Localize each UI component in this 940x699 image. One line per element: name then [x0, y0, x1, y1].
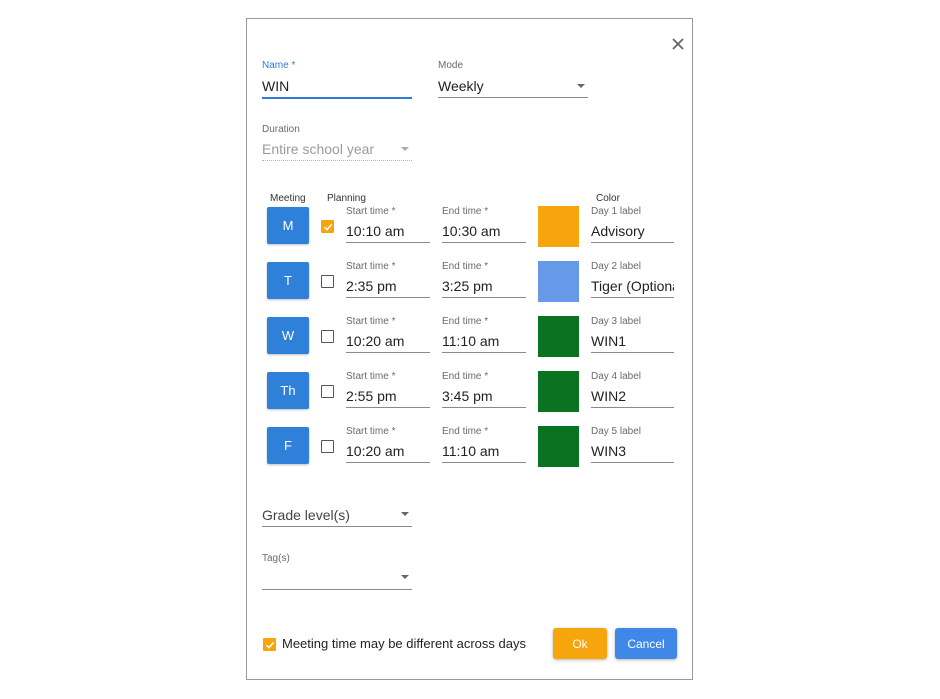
day-label-caption: Day 5 label: [591, 426, 642, 437]
grade-underline: [262, 526, 412, 527]
start-time-underline: [346, 242, 430, 243]
check-icon: [265, 641, 274, 649]
color-swatch[interactable]: [538, 316, 579, 357]
mode-select[interactable]: Weekly: [438, 78, 568, 94]
start-time-input[interactable]: 2:55 pm: [346, 388, 430, 404]
start-time-input[interactable]: 2:35 pm: [346, 278, 430, 294]
end-time-label: End time *: [442, 261, 489, 272]
start-time-underline: [346, 407, 430, 408]
planning-checkbox[interactable]: [321, 220, 334, 233]
day-label-caption: Day 2 label: [591, 261, 642, 272]
start-time-underline: [346, 297, 430, 298]
color-swatch[interactable]: [538, 426, 579, 467]
close-icon[interactable]: [671, 37, 685, 51]
planning-checkbox[interactable]: [321, 385, 334, 398]
day-label-caption: Day 4 label: [591, 371, 642, 382]
name-label: Name *: [262, 60, 296, 71]
end-time-underline: [442, 297, 526, 298]
grade-level-select[interactable]: Grade level(s): [262, 507, 392, 523]
start-time-label: Start time *: [346, 371, 396, 382]
day-label-input[interactable]: WIN2: [591, 388, 674, 404]
start-time-label: Start time *: [346, 261, 396, 272]
name-underline: [262, 97, 412, 99]
tags-dropdown-icon[interactable]: [401, 575, 409, 579]
duration-dropdown-icon[interactable]: [401, 147, 409, 151]
start-time-underline: [346, 462, 430, 463]
end-time-label: End time *: [442, 206, 489, 217]
day-label-underline: [591, 462, 674, 463]
start-time-label: Start time *: [346, 426, 396, 437]
duration-underline: [262, 160, 412, 161]
end-time-underline: [442, 242, 526, 243]
tags-label: Tag(s): [262, 553, 290, 564]
planning-checkbox[interactable]: [321, 440, 334, 453]
end-time-input[interactable]: 3:25 pm: [442, 278, 526, 294]
meeting-diff-label: Meeting time may be different across day…: [282, 636, 526, 651]
day-label-underline: [591, 407, 674, 408]
end-time-underline: [442, 352, 526, 353]
duration-label: Duration: [262, 124, 300, 135]
end-time-input[interactable]: 11:10 am: [442, 333, 526, 349]
end-time-label: End time *: [442, 426, 489, 437]
color-swatch[interactable]: [538, 261, 579, 302]
start-time-input[interactable]: 10:20 am: [346, 443, 430, 459]
end-time-label: End time *: [442, 316, 489, 327]
mode-label: Mode: [438, 60, 464, 71]
day-label-input[interactable]: WIN3: [591, 443, 674, 459]
end-time-input[interactable]: 11:10 am: [442, 443, 526, 459]
check-icon: [323, 223, 332, 231]
meeting-diff-checkbox[interactable]: [263, 638, 276, 651]
planning-column-header: Planning: [327, 193, 366, 204]
end-time-input[interactable]: 10:30 am: [442, 223, 526, 239]
planning-checkbox[interactable]: [321, 330, 334, 343]
day-label-underline: [591, 297, 674, 298]
day-button-w[interactable]: W: [267, 317, 309, 354]
start-time-input[interactable]: 10:10 am: [346, 223, 430, 239]
day-label-underline: [591, 352, 674, 353]
color-swatch[interactable]: [538, 371, 579, 412]
start-time-label: Start time *: [346, 316, 396, 327]
day-label-caption: Day 1 label: [591, 206, 642, 217]
tags-underline: [262, 589, 412, 590]
color-swatch[interactable]: [538, 206, 579, 247]
mode-underline: [438, 97, 588, 98]
end-time-underline: [442, 407, 526, 408]
end-time-label: End time *: [442, 371, 489, 382]
grade-dropdown-icon[interactable]: [401, 512, 409, 516]
cancel-button[interactable]: Cancel: [615, 628, 677, 659]
end-time-input[interactable]: 3:45 pm: [442, 388, 526, 404]
ok-button[interactable]: Ok: [553, 628, 607, 659]
mode-dropdown-icon[interactable]: [577, 84, 585, 88]
duration-select[interactable]: Entire school year: [262, 141, 392, 157]
planning-checkbox[interactable]: [321, 275, 334, 288]
day-label-caption: Day 3 label: [591, 316, 642, 327]
day-label-input[interactable]: Tiger (Optional): [591, 278, 674, 294]
name-input[interactable]: WIN: [262, 78, 412, 94]
day-button-t[interactable]: T: [267, 262, 309, 299]
color-column-header: Color: [596, 193, 620, 204]
start-time-label: Start time *: [346, 206, 396, 217]
end-time-underline: [442, 462, 526, 463]
day-button-f[interactable]: F: [267, 427, 309, 464]
schedule-dialog: Name * WIN Mode Weekly Duration Entire s…: [246, 18, 693, 680]
meeting-column-header: Meeting: [270, 193, 306, 204]
start-time-input[interactable]: 10:20 am: [346, 333, 430, 349]
day-button-m[interactable]: M: [267, 207, 309, 244]
day-button-th[interactable]: Th: [267, 372, 309, 409]
day-label-input[interactable]: WIN1: [591, 333, 674, 349]
start-time-underline: [346, 352, 430, 353]
day-label-underline: [591, 242, 674, 243]
day-label-input[interactable]: Advisory: [591, 223, 674, 239]
